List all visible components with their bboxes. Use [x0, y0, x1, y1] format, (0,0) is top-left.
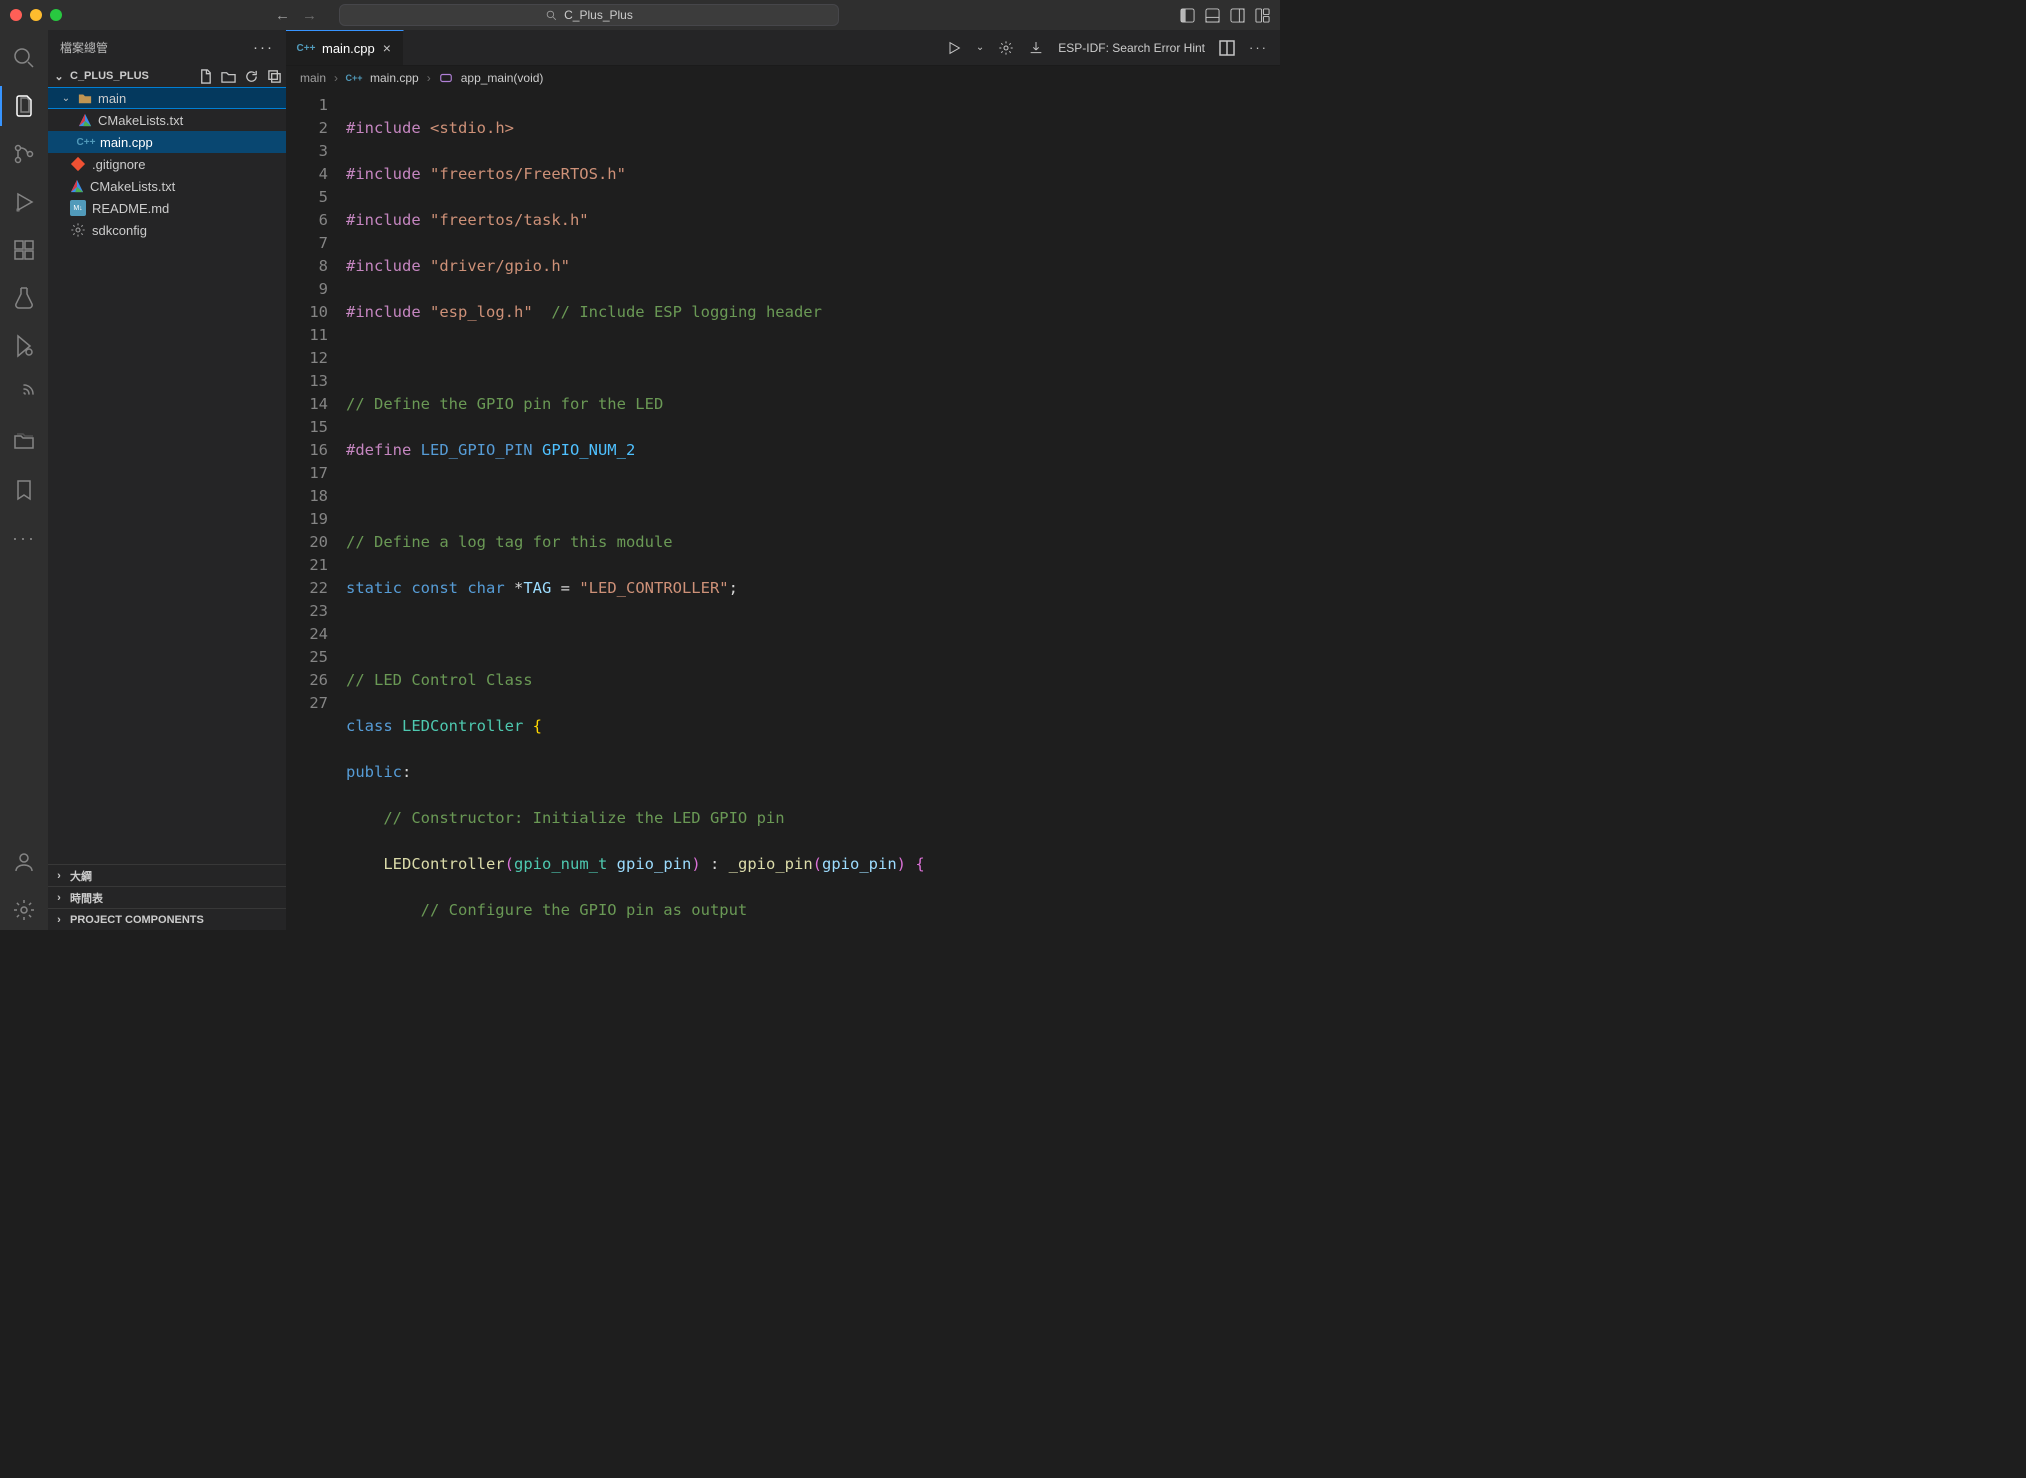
platformio-activity[interactable]	[0, 374, 48, 414]
esp-activity-1[interactable]	[0, 326, 48, 366]
chevron-down-icon: ⌄	[52, 70, 66, 83]
cmake-icon	[78, 113, 92, 127]
markdown-icon: M↓	[70, 200, 86, 216]
window-controls	[10, 9, 62, 21]
close-window[interactable]	[10, 9, 22, 21]
run-debug-activity[interactable]	[0, 182, 48, 222]
line-gutter: 1234567891011121314151617181920212223242…	[286, 90, 346, 930]
search-activity[interactable]	[0, 38, 48, 78]
file-main-cpp[interactable]: C++ main.cpp	[48, 131, 286, 153]
collapse-all-icon[interactable]	[267, 69, 282, 84]
project-header[interactable]: ⌄ C_PLUS_PLUS	[48, 65, 286, 87]
code-editor[interactable]: 1234567891011121314151617181920212223242…	[286, 90, 1280, 930]
accounts-activity[interactable]	[0, 842, 48, 882]
close-tab-button[interactable]: ×	[383, 40, 391, 56]
toggle-panel-icon[interactable]	[1205, 8, 1220, 23]
new-folder-icon[interactable]	[221, 69, 236, 84]
cpp-icon: C++	[78, 134, 94, 150]
source-control-activity[interactable]	[0, 134, 48, 174]
sidebar: 檔案總管 ··· ⌄ C_PLUS_PLUS ⌄ main CMakeLists…	[48, 30, 286, 930]
file-label: sdkconfig	[92, 223, 147, 238]
file-label: .gitignore	[92, 157, 145, 172]
outline-section[interactable]: › 大綱	[48, 864, 286, 886]
folder-label: main	[98, 91, 126, 106]
toggle-primary-sidebar-icon[interactable]	[1180, 8, 1195, 23]
customize-layout-icon[interactable]	[1255, 8, 1270, 23]
gear-icon	[70, 222, 86, 238]
explorer-activity[interactable]	[0, 86, 48, 126]
back-button[interactable]: ←	[275, 7, 290, 24]
maximize-window[interactable]	[50, 9, 62, 21]
chevron-down-icon: ⌄	[60, 93, 72, 104]
split-editor-icon[interactable]	[1219, 40, 1235, 56]
refresh-icon[interactable]	[244, 69, 259, 84]
timeline-section[interactable]: › 時間表	[48, 886, 286, 908]
crumb-folder[interactable]: main	[300, 71, 326, 85]
command-center[interactable]: C_Plus_Plus	[339, 4, 839, 26]
sidebar-more-actions[interactable]: ···	[253, 39, 274, 56]
project-components-section[interactable]: › PROJECT COMPONENTS	[48, 908, 286, 930]
chevron-right-icon: ›	[334, 71, 338, 85]
file-readme[interactable]: M↓ README.md	[48, 197, 286, 219]
git-icon	[70, 156, 86, 172]
folders-activity[interactable]	[0, 422, 48, 462]
tab-main-cpp[interactable]: C++ main.cpp ×	[286, 30, 404, 65]
new-file-icon[interactable]	[198, 69, 213, 84]
folder-icon	[78, 91, 92, 105]
editor-actions: ⌄ ESP-IDF: Search Error Hint ···	[934, 30, 1280, 65]
chevron-right-icon: ›	[52, 870, 66, 882]
more-activities[interactable]: ···	[0, 518, 48, 558]
file-sdkconfig[interactable]: sdkconfig	[48, 219, 286, 241]
file-label: README.md	[92, 201, 169, 216]
cpp-icon: C++	[346, 70, 362, 86]
download-icon[interactable]	[1028, 40, 1044, 56]
editor-group: C++ main.cpp × ⌄ ESP-IDF: Search Error H…	[286, 30, 1280, 930]
file-label: CMakeLists.txt	[98, 113, 183, 128]
tab-label: main.cpp	[322, 41, 375, 56]
chevron-right-icon: ›	[427, 71, 431, 85]
file-cmakelists-inner[interactable]: CMakeLists.txt	[48, 109, 286, 131]
chevron-right-icon: ›	[52, 892, 66, 904]
titlebar: ← → C_Plus_Plus	[0, 0, 1280, 30]
file-label: CMakeLists.txt	[90, 179, 175, 194]
section-label: PROJECT COMPONENTS	[70, 914, 204, 926]
crumb-symbol[interactable]: app_main(void)	[461, 71, 544, 85]
code-lines[interactable]: #include <stdio.h> #include "freertos/Fr…	[346, 90, 925, 930]
chevron-right-icon: ›	[52, 914, 66, 926]
extensions-activity[interactable]	[0, 230, 48, 270]
history-nav: ← →	[275, 7, 317, 24]
crumb-file[interactable]: main.cpp	[370, 71, 419, 85]
minimize-window[interactable]	[30, 9, 42, 21]
file-label: main.cpp	[100, 135, 153, 150]
section-label: 大綱	[70, 868, 92, 884]
layout-controls	[1180, 8, 1270, 23]
search-icon	[545, 9, 558, 22]
more-editor-actions[interactable]: ···	[1249, 40, 1268, 55]
settings-activity[interactable]	[0, 890, 48, 930]
sidebar-title: 檔案總管 ···	[48, 30, 286, 65]
testing-activity[interactable]	[0, 278, 48, 318]
folder-main[interactable]: ⌄ main	[48, 87, 286, 109]
esp-hint-action[interactable]: ESP-IDF: Search Error Hint	[1058, 41, 1205, 55]
file-tree: ⌄ main CMakeLists.txt C++ main.cpp .giti…	[48, 87, 286, 241]
caret-down-icon[interactable]: ⌄	[976, 42, 984, 53]
bookmarks-activity[interactable]	[0, 470, 48, 510]
file-cmakelists-root[interactable]: CMakeLists.txt	[48, 175, 286, 197]
search-text: C_Plus_Plus	[564, 8, 633, 22]
settings-gear-icon[interactable]	[998, 40, 1014, 56]
project-name: C_PLUS_PLUS	[70, 70, 149, 82]
section-label: 時間表	[70, 890, 103, 906]
cmake-icon	[70, 179, 84, 193]
toggle-secondary-sidebar-icon[interactable]	[1230, 8, 1245, 23]
breadcrumbs[interactable]: main › C++ main.cpp › app_main(void)	[286, 66, 1280, 90]
symbol-method-icon	[439, 71, 453, 85]
run-icon[interactable]	[946, 40, 962, 56]
sidebar-title-label: 檔案總管	[60, 39, 108, 56]
activity-bar: ···	[0, 30, 48, 930]
file-gitignore[interactable]: .gitignore	[48, 153, 286, 175]
forward-button[interactable]: →	[302, 7, 317, 24]
tabs-bar: C++ main.cpp × ⌄ ESP-IDF: Search Error H…	[286, 30, 1280, 66]
cpp-icon: C++	[298, 40, 314, 56]
